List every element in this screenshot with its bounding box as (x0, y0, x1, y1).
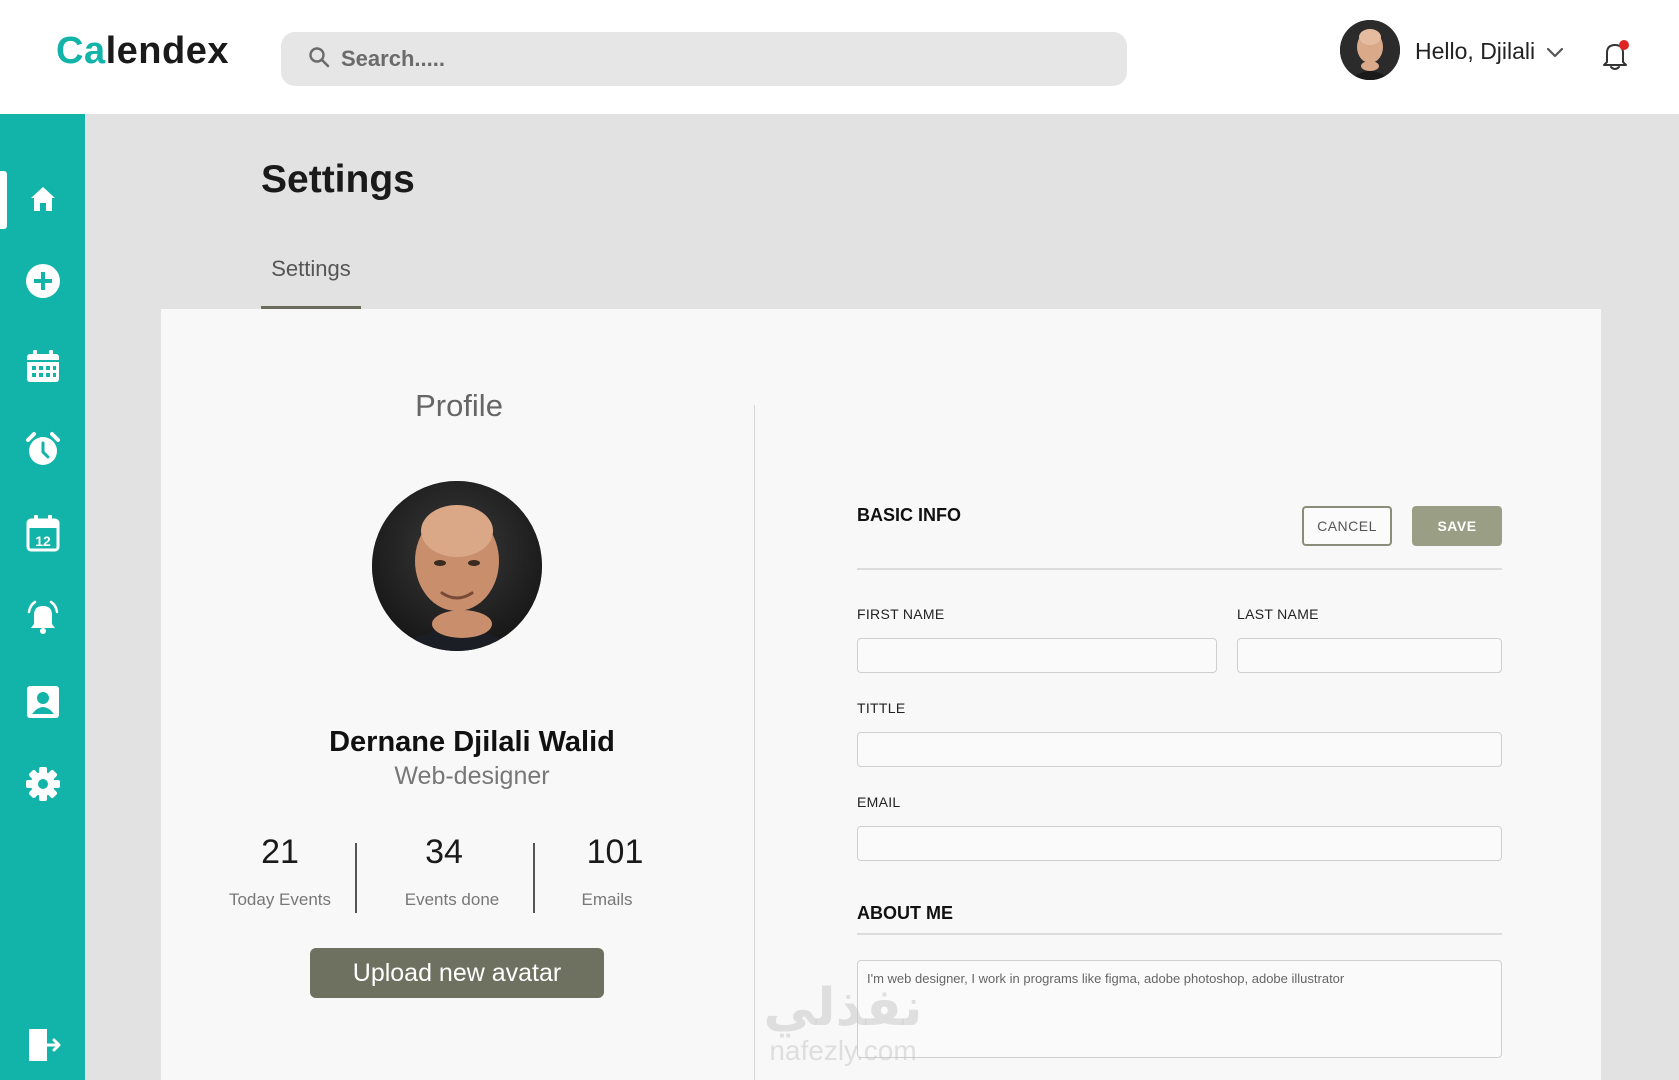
user-menu[interactable]: Hello, Djilali (1415, 38, 1565, 65)
about-me-textarea[interactable]: I'm web designer, I work in programs lik… (857, 960, 1502, 1058)
gear-icon (25, 766, 61, 807)
home-icon (27, 183, 59, 220)
profile-name: Dernane Djilali Walid (329, 726, 615, 758)
sidebar-item-calendar[interactable] (0, 338, 85, 398)
last-name-label: LAST NAME (1237, 606, 1319, 622)
stat-today-events-label: Today Events (228, 890, 332, 909)
sidebar: 12 (0, 114, 85, 1080)
notification-bell-icon[interactable] (1598, 38, 1632, 72)
title-label: TITTLE (857, 700, 906, 716)
search-bar[interactable] (281, 32, 1127, 86)
search-icon (307, 45, 331, 74)
upload-avatar-button[interactable]: Upload new avatar (310, 948, 604, 998)
save-button[interactable]: SAVE (1412, 506, 1502, 546)
sidebar-item-notifications[interactable] (0, 589, 85, 649)
stat-emails-label: Emails (581, 890, 633, 909)
user-avatar[interactable] (1340, 20, 1400, 80)
cancel-button[interactable]: CANCEL (1302, 506, 1392, 546)
svg-text:12: 12 (35, 533, 51, 549)
app-logo[interactable]: Calendex (56, 30, 229, 73)
user-greeting: Hello, Djilali (1415, 38, 1536, 64)
about-me-divider (857, 933, 1502, 935)
stat-today-events-value: 21 (261, 833, 299, 871)
tab-settings[interactable]: Settings (261, 252, 361, 309)
page-title: Settings (261, 158, 415, 201)
stat-separator (355, 843, 357, 913)
logo-rest: lendex (105, 30, 229, 72)
chevron-down-icon (1545, 38, 1565, 65)
title-field[interactable] (857, 732, 1502, 767)
alarm-clock-icon (25, 431, 61, 472)
contact-card-icon (26, 684, 60, 725)
logo-prefix: Ca (56, 30, 106, 72)
email-field[interactable] (857, 826, 1502, 861)
bell-ring-icon (24, 598, 62, 641)
logout-icon (25, 1027, 61, 1068)
about-me-heading: ABOUT ME (857, 903, 953, 923)
calendar-day-icon: 12 (25, 514, 61, 557)
stat-events-done-label: Events done (404, 890, 500, 909)
sidebar-item-home[interactable] (0, 171, 85, 231)
basic-info-divider (857, 568, 1502, 570)
basic-info-heading: BASIC INFO (857, 505, 962, 525)
email-label: EMAIL (857, 794, 901, 810)
stat-events-done-value: 34 (425, 833, 463, 871)
sidebar-item-settings[interactable] (0, 756, 85, 816)
vertical-divider (754, 405, 755, 1080)
stat-separator (533, 843, 535, 913)
stat-emails-value: 101 (586, 833, 644, 871)
first-name-field[interactable] (857, 638, 1217, 673)
search-input[interactable] (341, 46, 1101, 72)
sidebar-item-logout[interactable] (0, 1017, 85, 1077)
sidebar-item-alarm[interactable] (0, 421, 85, 481)
first-name-label: FIRST NAME (857, 606, 945, 622)
sidebar-item-contacts[interactable] (0, 674, 85, 734)
profile-role: Web-designer (394, 762, 550, 790)
add-circle-icon (25, 263, 61, 304)
profile-avatar (372, 481, 542, 651)
top-bar: Calendex Hello, Djilali (0, 0, 1679, 114)
profile-title: Profile (415, 388, 503, 423)
sidebar-item-day-calendar[interactable]: 12 (0, 505, 85, 565)
last-name-field[interactable] (1237, 638, 1502, 673)
calendar-icon (25, 348, 61, 389)
notification-dot (1619, 40, 1629, 50)
sidebar-item-add-event[interactable] (0, 253, 85, 313)
